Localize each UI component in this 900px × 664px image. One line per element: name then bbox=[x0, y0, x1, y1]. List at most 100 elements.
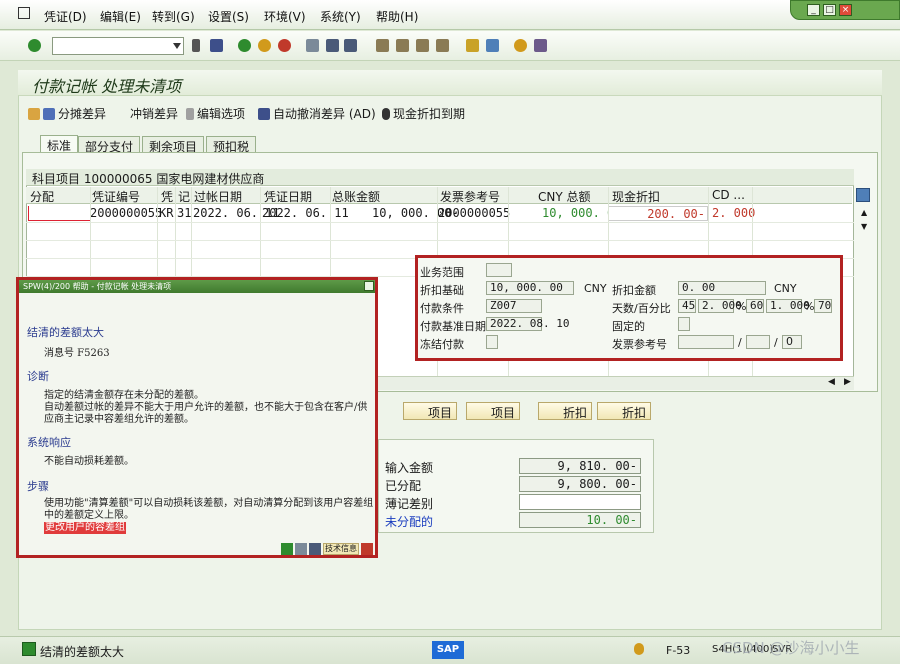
cell-assignment[interactable] bbox=[28, 206, 90, 221]
col-doc-type[interactable]: 凭 bbox=[161, 188, 173, 205]
charge-off-diff-button[interactable]: 冲销差异 bbox=[130, 105, 178, 122]
days2-field[interactable]: 60 bbox=[746, 299, 764, 313]
command-field[interactable] bbox=[52, 37, 184, 55]
message-number: 消息号 F5263 bbox=[44, 348, 110, 359]
freeze-payment-checkbox[interactable] bbox=[486, 335, 498, 349]
exit-icon[interactable] bbox=[258, 39, 271, 52]
scroll-down-icon[interactable]: ▼ bbox=[861, 222, 867, 231]
posting-difference-field[interactable] bbox=[519, 494, 641, 510]
editing-options-button[interactable]: 编辑选项 bbox=[186, 105, 245, 122]
col-cd-pct[interactable]: CD ... bbox=[712, 188, 745, 202]
change-tolerance-group-link[interactable]: 更改用户的容差组 bbox=[44, 522, 126, 534]
prev-page-icon[interactable] bbox=[396, 39, 409, 52]
col-amount[interactable]: 总账金额 bbox=[332, 188, 380, 205]
baseline-date-field[interactable]: 2022. 08. 10 bbox=[486, 317, 569, 331]
tab-residual-items[interactable]: 剩余项目 bbox=[142, 136, 205, 154]
success-check-icon bbox=[22, 642, 36, 656]
discount-button-1[interactable]: 折扣 bbox=[538, 402, 593, 420]
cancel-icon[interactable] bbox=[278, 39, 291, 52]
save-icon[interactable] bbox=[210, 39, 223, 52]
pct1-field[interactable]: 2. 000 bbox=[698, 299, 742, 313]
col-doc-no[interactable]: 凭证编号 bbox=[92, 188, 140, 205]
cell-cash-disc[interactable]: 200. 00- bbox=[608, 206, 708, 221]
menu-goto[interactable]: 转到(G) bbox=[152, 8, 195, 25]
find-icon[interactable] bbox=[326, 39, 339, 52]
pct2-field[interactable]: 1. 000 bbox=[766, 299, 810, 313]
item-button-2[interactable]: 项目 bbox=[466, 402, 521, 420]
print-icon[interactable] bbox=[306, 39, 319, 52]
col-posting-date[interactable]: 过帐日期 bbox=[194, 188, 242, 205]
close-icon[interactable] bbox=[361, 543, 373, 555]
restore-icon[interactable]: □ bbox=[823, 4, 836, 16]
menu-settings[interactable]: 设置(S) bbox=[208, 8, 249, 25]
help-close-icon[interactable] bbox=[364, 281, 374, 291]
item-button-1[interactable]: 项目 bbox=[403, 402, 458, 420]
cash-discount-due-button[interactable]: 现金折扣到期 bbox=[382, 105, 465, 122]
col-invoice-ref[interactable]: 发票参考号 bbox=[440, 188, 500, 205]
disc-base-field[interactable]: 10, 000. 00 bbox=[486, 281, 574, 295]
layout-menu-icon[interactable] bbox=[534, 39, 547, 52]
disc-amount-field[interactable]: 0. 00 bbox=[678, 281, 766, 295]
table-row[interactable]: 2000000055 KR 31 2022. 06. 11 2022. 06. … bbox=[26, 205, 852, 222]
distribute-diff-button[interactable]: 分摊差异 bbox=[28, 105, 106, 122]
technical-info-button[interactable]: 技术信息 bbox=[323, 543, 359, 555]
fixed-checkbox[interactable] bbox=[678, 317, 690, 331]
days1-field[interactable]: 45 bbox=[678, 299, 696, 313]
save-icon bbox=[258, 108, 270, 120]
col-assignment[interactable]: 分配 bbox=[30, 188, 54, 205]
enter-icon[interactable] bbox=[28, 39, 41, 52]
print-icon[interactable] bbox=[295, 543, 307, 555]
help-heading: 结清的差额太大 bbox=[27, 326, 104, 339]
find-icon[interactable] bbox=[309, 543, 321, 555]
invoice-ref-field-1[interactable] bbox=[678, 335, 734, 349]
next-page-icon[interactable] bbox=[416, 39, 429, 52]
help-dialog: 结清的差额太大 消息号 F5263 诊断 指定的结清金额存在未分配的差额。 自动… bbox=[16, 277, 378, 558]
scroll-left-icon[interactable]: ◀ bbox=[828, 377, 835, 387]
days3-field[interactable]: 70 bbox=[814, 299, 832, 313]
invoice-ref-field-3[interactable]: 0 bbox=[782, 335, 802, 349]
info-icon[interactable] bbox=[634, 643, 644, 655]
minimize-icon[interactable]: _ bbox=[807, 4, 820, 16]
close-icon[interactable]: × bbox=[839, 4, 852, 16]
new-session-icon[interactable] bbox=[466, 39, 479, 52]
menu-environment[interactable]: 环境(V) bbox=[264, 8, 306, 25]
tab-partial-pmt[interactable]: 部分支付 bbox=[78, 136, 141, 154]
menu-bar: 凭证(D) 编辑(E) 转到(G) 设置(S) 环境(V) 系统(Y) 帮助(H… bbox=[0, 0, 900, 30]
scroll-up-icon[interactable]: ▲ bbox=[861, 208, 867, 217]
business-area-field[interactable] bbox=[486, 263, 512, 277]
scroll-right-icon[interactable]: ▶ bbox=[844, 377, 851, 387]
menu-help[interactable]: 帮助(H) bbox=[376, 8, 418, 25]
back-arrow-icon[interactable] bbox=[192, 39, 200, 52]
invoice-ref-field-2[interactable] bbox=[746, 335, 770, 349]
menu-document[interactable]: 凭证(D) bbox=[44, 8, 87, 25]
help-icon[interactable] bbox=[514, 39, 527, 52]
tab-standard[interactable]: 标准 bbox=[40, 135, 79, 153]
back-icon[interactable] bbox=[238, 39, 251, 52]
first-page-icon[interactable] bbox=[376, 39, 389, 52]
col-gross[interactable]: CNY 总额 bbox=[538, 188, 591, 205]
sap-menu-icon[interactable] bbox=[18, 7, 30, 19]
column-config-icon[interactable] bbox=[856, 188, 870, 202]
find-next-icon[interactable] bbox=[344, 39, 357, 52]
unassigned-amount: 10. 00- bbox=[519, 512, 641, 528]
diagnosis-text: 指定的结清金额存在未分配的差额。 自动差额过帐的差异不能大于用户允许的差额，也不… bbox=[44, 390, 368, 425]
last-page-icon[interactable] bbox=[436, 39, 449, 52]
horizontal-scrollbar[interactable] bbox=[378, 376, 854, 390]
discount-button-2[interactable]: 折扣 bbox=[597, 402, 652, 420]
cell-cd-pct[interactable]: 2. 000 bbox=[712, 206, 755, 220]
col-pk[interactable]: 记 bbox=[178, 188, 190, 205]
menu-edit[interactable]: 编辑(E) bbox=[100, 8, 141, 25]
shortcut-icon[interactable] bbox=[486, 39, 499, 52]
window-controls: _ □ × bbox=[790, 0, 900, 20]
payment-terms-field[interactable]: Z007 bbox=[486, 299, 542, 313]
watermark: CSDN @沙海小小生 bbox=[722, 639, 860, 657]
col-doc-date[interactable]: 凭证日期 bbox=[264, 188, 312, 205]
menu-system[interactable]: 系统(Y) bbox=[320, 8, 361, 25]
auto-reverse-diff-button[interactable]: 自动撤消差异 (AD) bbox=[258, 105, 376, 122]
col-cash-disc[interactable]: 现金折扣 bbox=[612, 188, 660, 205]
confirm-icon[interactable] bbox=[281, 543, 293, 555]
status-message[interactable]: 结清的差额太大 bbox=[40, 643, 124, 660]
chevron-down-icon[interactable] bbox=[173, 43, 181, 49]
procedure-text: 使用功能"清算差额"可以自动损耗该差额，对自动清算分配到该用户容差组中的差额定义… bbox=[44, 498, 374, 521]
tab-withholding-tax[interactable]: 预扣税 bbox=[206, 136, 257, 154]
